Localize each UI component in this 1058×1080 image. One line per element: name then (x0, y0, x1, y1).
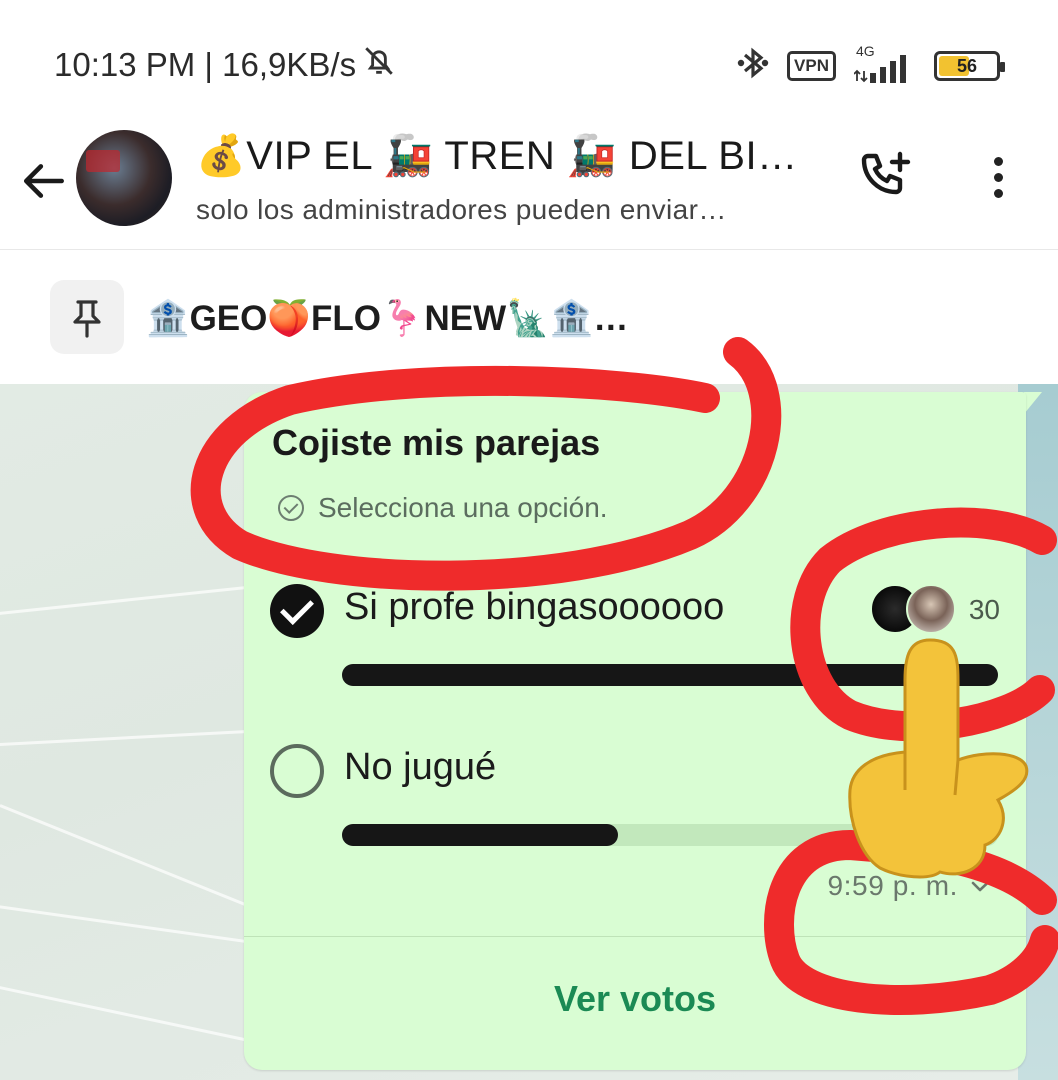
poll-hint: Selecciona una opción. (278, 492, 608, 524)
status-left: 10:13 PM | 16,9KB/s (54, 44, 396, 86)
bluetooth-icon (737, 44, 769, 87)
sent-check-icon (970, 870, 1000, 902)
add-call-icon[interactable] (858, 148, 914, 204)
back-arrow-icon[interactable] (20, 156, 70, 206)
battery-tip (1000, 61, 1005, 72)
chat-title[interactable]: 💰VIP EL 🚂 TREN 🚂 DEL BI… (196, 132, 798, 179)
poll-question: Cojiste mis parejas (272, 422, 601, 463)
message-time: 9:59 p. m. (827, 870, 958, 901)
check-circle-icon (278, 495, 304, 521)
more-options-icon[interactable] (978, 152, 1018, 204)
poll-option[interactable]: Si profe bingasoooooo 30 (270, 584, 1000, 704)
status-right: VPN 4G 56 (737, 43, 1005, 87)
poll-option-label: Si profe bingasoooooo (344, 586, 725, 628)
group-avatar[interactable] (76, 130, 172, 226)
poll-option-bar-fill (342, 664, 998, 686)
signal-icon: 4G (853, 43, 916, 83)
pinned-message-text[interactable]: 🏦GEO🍑FLO🦩NEW🗽🏦… (146, 298, 628, 339)
poll-option[interactable]: No jugué 10 (270, 744, 1000, 864)
poll-option-bar-fill (342, 824, 618, 846)
bubble-tail (1024, 392, 1042, 414)
chat-subtitle[interactable]: solo los administradores pueden enviar… (196, 194, 727, 226)
voter-avatar (906, 584, 956, 634)
bell-off-icon (362, 44, 396, 86)
pinned-message-bar[interactable]: 🏦GEO🍑FLO🦩NEW🗽🏦… (0, 252, 1058, 384)
poll-option-bar (342, 664, 998, 686)
pin-icon (50, 280, 124, 354)
battery-level-text: 56 (956, 55, 978, 76)
option-checked-icon[interactable] (270, 584, 324, 638)
poll-option-count: 10 (968, 754, 1000, 785)
bubble-divider (244, 936, 1026, 937)
poll-option-label: No jugué (344, 746, 497, 788)
option-radio-icon[interactable] (270, 744, 324, 798)
message-timestamp: 9:59 p. m. (827, 870, 1000, 902)
poll-message-bubble[interactable]: Cojiste mis parejas Selecciona una opció… (244, 392, 1026, 1070)
chat-header: 💰VIP EL 🚂 TREN 🚂 DEL BI… solo los admini… (0, 130, 1058, 250)
status-bar: 10:13 PM | 16,9KB/s VPN 4G 56 (0, 0, 1058, 130)
battery-icon: 56 (934, 50, 1005, 81)
status-time-speed: 10:13 PM | 16,9KB/s (54, 46, 357, 83)
poll-option-count: 30 (968, 594, 1000, 625)
poll-hint-text: Selecciona una opción. (318, 492, 608, 523)
poll-option-bar (342, 824, 998, 846)
vpn-badge: VPN (787, 50, 836, 81)
network-label: 4G (856, 42, 875, 59)
view-votes-button[interactable]: Ver votos (244, 978, 1026, 1020)
